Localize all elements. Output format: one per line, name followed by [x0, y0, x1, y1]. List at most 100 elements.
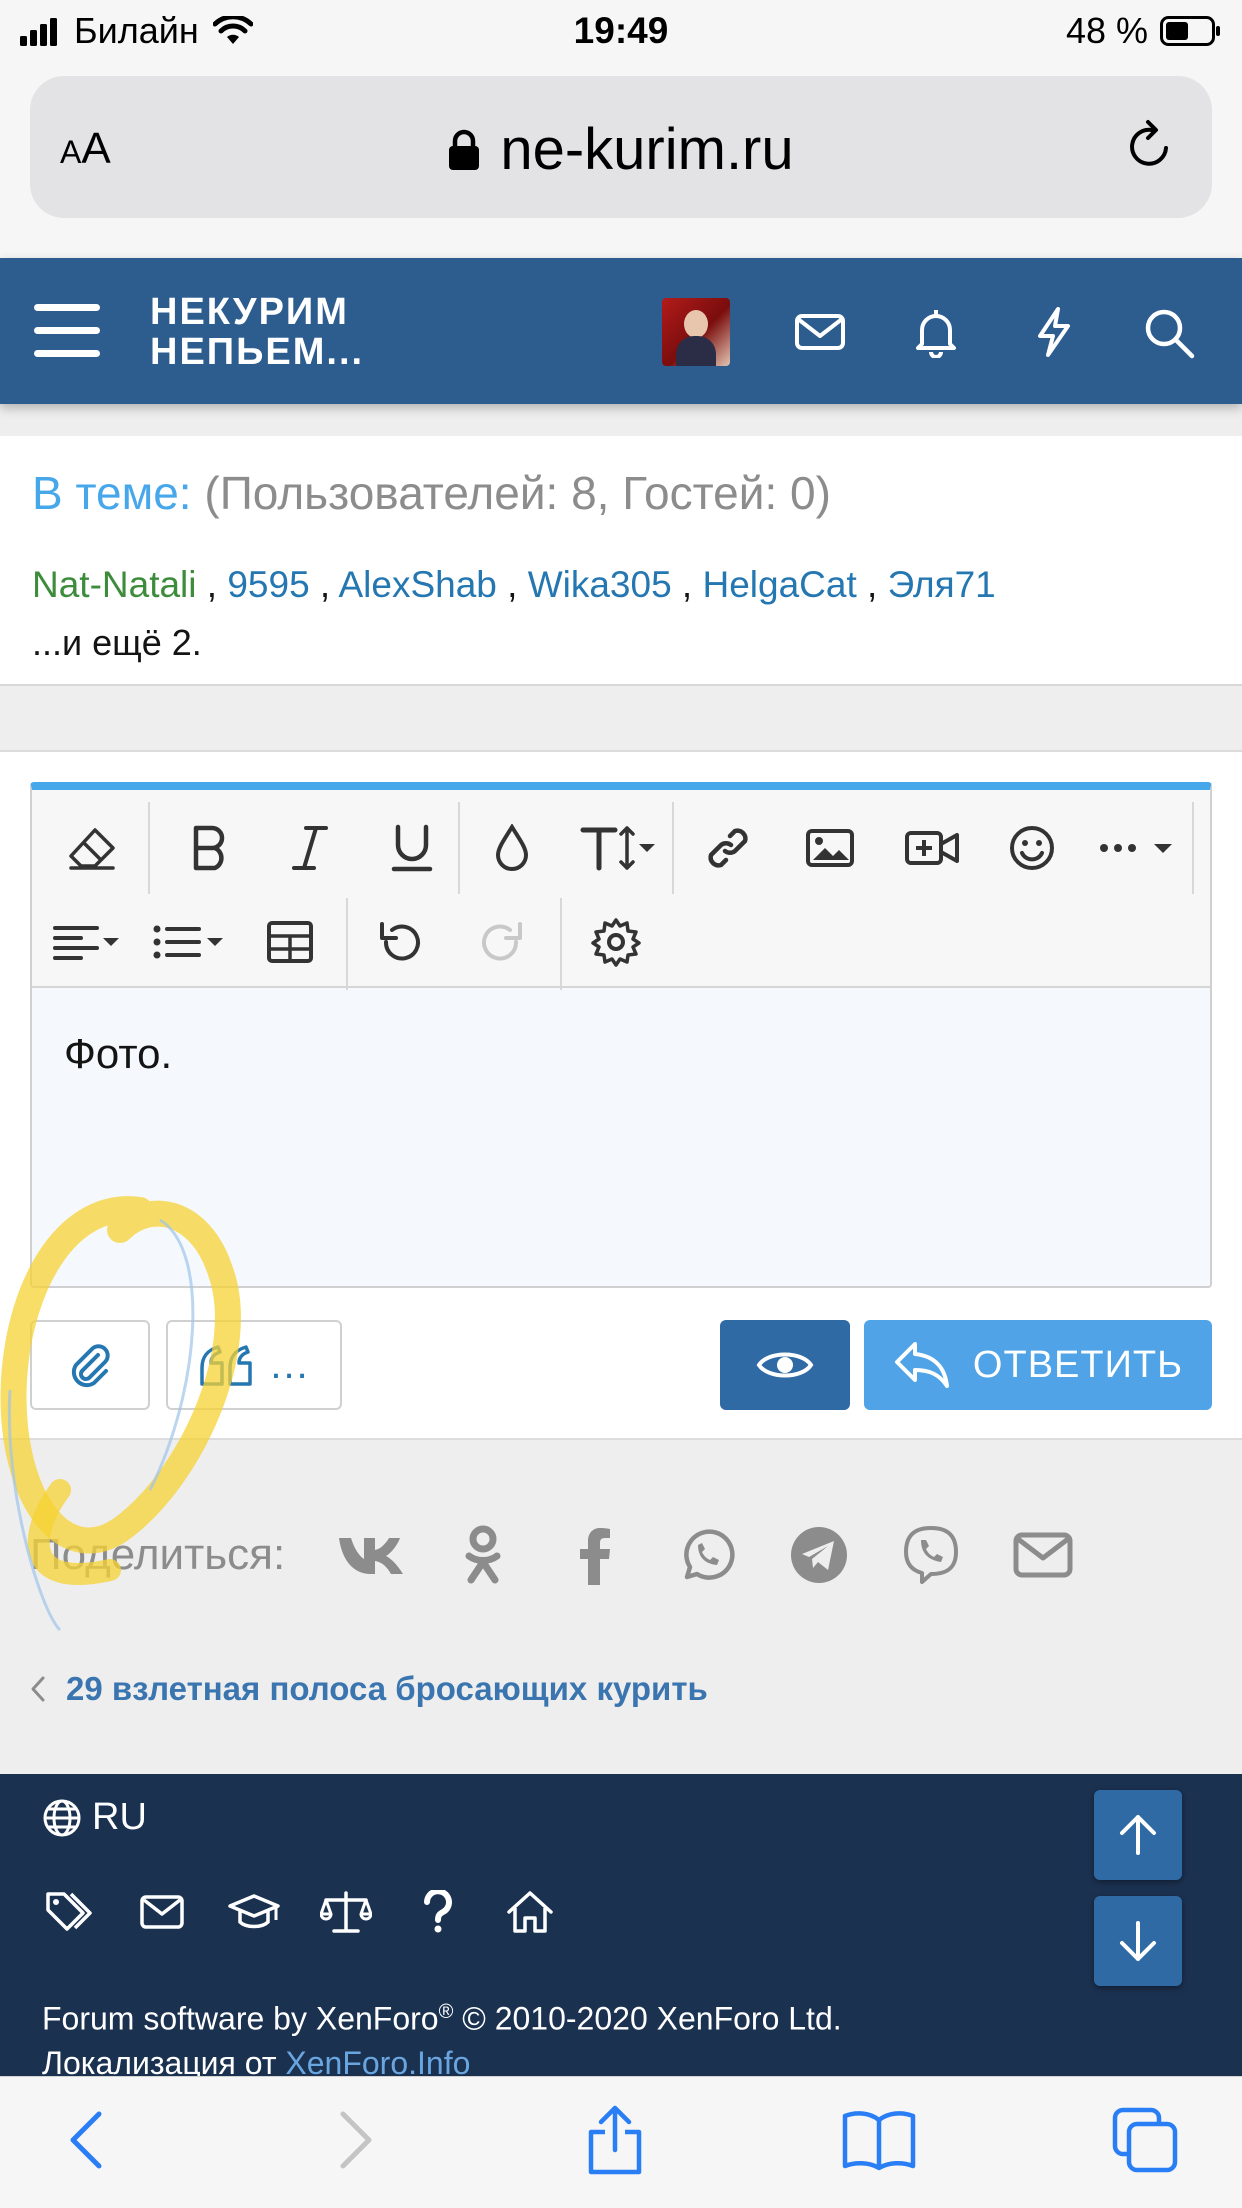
footer-help-link[interactable] [226, 1884, 282, 1940]
scroll-to-top-button[interactable] [1094, 1790, 1182, 1880]
language-label: RU [92, 1796, 147, 1838]
facebook-icon [580, 1528, 611, 1585]
user-link[interactable]: AlexShab [338, 564, 496, 605]
chevron-left-icon [70, 2111, 102, 2169]
scroll-to-bottom-button[interactable] [1094, 1896, 1182, 1986]
search-icon[interactable] [1142, 306, 1196, 360]
graduation-cap-icon [228, 1894, 280, 1929]
share-vk-button[interactable] [315, 1520, 427, 1590]
arrow-down-icon [1120, 1921, 1156, 1961]
list-icon [153, 925, 223, 959]
telegram-icon [791, 1527, 848, 1583]
font-size-button[interactable] [574, 808, 664, 888]
previous-thread-link[interactable]: 29 взлетная полоса бросающих курить [30, 1670, 708, 1708]
editor-settings-button[interactable] [576, 902, 656, 982]
user-avatar[interactable] [662, 298, 730, 366]
user-link[interactable]: Эля71 [888, 564, 996, 605]
underline-icon [391, 824, 433, 872]
quote-icon [200, 1345, 253, 1386]
browser-share-button[interactable] [570, 2095, 660, 2185]
language-chooser[interactable]: RU [42, 1796, 147, 1839]
logo-line-2: НЕПЬЕМ... [150, 331, 365, 373]
eye-icon [756, 1352, 814, 1378]
globe-icon [43, 1799, 81, 1836]
thread-viewers-panel: В теме: (Пользователей: 8, Гостей: 0) Na… [0, 436, 1242, 686]
viber-icon [904, 1526, 959, 1584]
browser-tabs-button[interactable] [1100, 2095, 1190, 2185]
italic-button[interactable] [270, 808, 350, 888]
insert-quotes-button[interactable]: ... [166, 1320, 342, 1410]
footer-links [42, 1884, 558, 1940]
italic-icon [292, 826, 328, 870]
arrow-up-icon [1120, 1815, 1156, 1855]
editor-text-area[interactable]: Фото. [64, 1030, 172, 1078]
undo-button[interactable] [360, 902, 440, 982]
footer-terms-link[interactable] [318, 1884, 374, 1940]
address-bar[interactable]: AA ne-kurim.ru [30, 76, 1212, 218]
bold-button[interactable] [170, 808, 250, 888]
text-color-button[interactable] [472, 808, 552, 888]
copyright-text: Forum software by XenForo® © 2010-2020 X… [42, 1990, 842, 2085]
book-icon [842, 2111, 916, 2171]
chevron-right-icon [340, 2111, 372, 2169]
user-link[interactable]: Wika305 [528, 564, 672, 605]
chevron-left-icon [31, 1676, 45, 1702]
link-icon [708, 828, 748, 868]
remove-format-button[interactable] [52, 808, 132, 888]
insert-media-button[interactable] [892, 808, 972, 888]
tabs-icon [1112, 2107, 1178, 2173]
url-text: ne-kurim.ru [500, 117, 794, 182]
envelope-icon[interactable] [794, 306, 846, 358]
share-icon [588, 2105, 642, 2175]
table-icon [267, 921, 313, 963]
browser-bottom-bar [0, 2076, 1242, 2208]
list-button[interactable] [148, 902, 238, 982]
align-left-icon [53, 926, 119, 960]
user-link[interactable]: 9595 [227, 564, 309, 605]
user-link[interactable]: Nat-Natali [32, 564, 197, 605]
thread-viewers-title: В теме: (Пользователей: 8, Гостей: 0) [32, 466, 831, 520]
align-button[interactable] [46, 902, 136, 982]
editor-toolbar [32, 790, 1210, 990]
share-whatsapp-button[interactable] [651, 1520, 763, 1590]
bell-icon[interactable] [910, 306, 962, 358]
footer-home-link[interactable] [502, 1884, 558, 1940]
browser-back-button[interactable] [42, 2095, 132, 2185]
whatsapp-icon [684, 1529, 735, 1580]
more-options-button[interactable] [1088, 808, 1188, 888]
copyright-line-1: Forum software by XenForo® © 2010-2020 X… [42, 2000, 842, 2037]
redo-button[interactable] [462, 902, 542, 982]
insert-image-button[interactable] [790, 808, 870, 888]
preview-button[interactable] [720, 1320, 850, 1410]
insert-smilie-button[interactable] [992, 808, 1072, 888]
share-facebook-button[interactable] [539, 1520, 651, 1590]
user-link[interactable]: HelgaCat [703, 564, 857, 605]
email-icon [1013, 1532, 1073, 1578]
browser-bookmarks-button[interactable] [834, 2095, 924, 2185]
footer-contact-link[interactable] [134, 1884, 190, 1940]
site-logo[interactable]: НЕКУРИМ НЕПЬЕМ... [150, 292, 364, 372]
more-dots-icon [1100, 844, 1172, 853]
insert-link-button[interactable] [688, 808, 768, 888]
share-ok-button[interactable] [427, 1520, 539, 1590]
quick-reply-block: Фото. ... ОТВЕТИТЬ [0, 750, 1242, 1440]
share-viber-button[interactable] [875, 1520, 987, 1590]
question-icon [424, 1890, 452, 1933]
browser-forward-button[interactable] [310, 2095, 400, 2185]
menu-icon[interactable] [34, 302, 100, 360]
attach-files-button[interactable] [30, 1320, 150, 1410]
footer-tags-link[interactable] [42, 1884, 98, 1940]
share-email-button[interactable] [987, 1520, 1099, 1590]
more-viewers-text: ...и ещё 2. [32, 622, 202, 663]
share-telegram-button[interactable] [763, 1520, 875, 1590]
vk-icon [339, 1538, 404, 1574]
rich-text-editor: Фото. [30, 782, 1212, 1288]
bolt-icon[interactable] [1028, 306, 1080, 358]
reload-icon[interactable] [1122, 118, 1178, 174]
footer-faq-link[interactable] [410, 1884, 466, 1940]
underline-button[interactable] [372, 808, 452, 888]
editor-actions: ... ОТВЕТИТЬ [30, 1320, 1212, 1410]
reply-button[interactable]: ОТВЕТИТЬ [864, 1320, 1212, 1410]
bold-icon [193, 825, 225, 871]
insert-table-button[interactable] [250, 902, 330, 982]
